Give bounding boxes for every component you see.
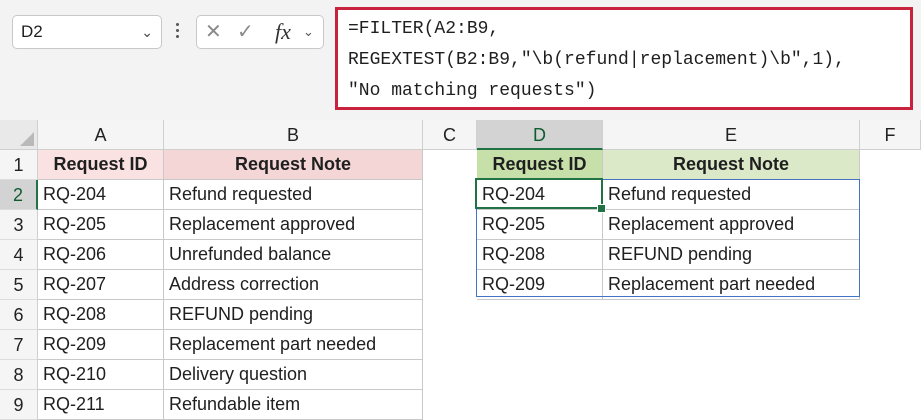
table-cell[interactable]: Replacement approved [164, 210, 423, 240]
table-cell[interactable]: REFUND pending [164, 300, 423, 330]
result-cell[interactable]: RQ-205 [477, 210, 603, 240]
table-cell[interactable]: RQ-204 [38, 180, 164, 210]
column-header-d[interactable]: D [477, 120, 603, 150]
spreadsheet-grid: A B C D E F 1 2 3 4 5 6 7 8 9 Request ID Request Note RQ-… [0, 120, 921, 420]
table-cell[interactable]: RQ-208 [38, 300, 164, 330]
table-cell[interactable]: RQ-205 [38, 210, 164, 240]
column-header-c[interactable]: C [423, 120, 477, 150]
fill-handle[interactable] [597, 204, 606, 213]
header-cell[interactable]: Request ID [38, 150, 164, 180]
column-header-a[interactable]: A [38, 120, 164, 150]
chevron-down-icon[interactable]: ⌄ [141, 16, 153, 48]
formula-line: REGEXTEST(B2:B9,"\b(refund|replacement)\… [348, 50, 845, 70]
chevron-down-icon[interactable]: ⌄ [303, 16, 314, 48]
result-cell[interactable]: RQ-204 [477, 180, 603, 210]
header-cell[interactable]: Request Note [164, 150, 423, 180]
table-cell[interactable]: RQ-206 [38, 240, 164, 270]
row-header-2[interactable]: 2 [0, 180, 38, 210]
header-cell[interactable]: Request Note [603, 150, 860, 180]
row-header-1[interactable]: 1 [0, 150, 38, 180]
formula-controls: ✕ ✓ fx ⌄ [196, 15, 324, 49]
column-header-f[interactable]: F [860, 120, 921, 150]
result-cell[interactable]: RQ-208 [477, 240, 603, 270]
row-header-4[interactable]: 4 [0, 240, 38, 270]
header-cell[interactable]: Request ID [477, 150, 603, 180]
result-cell[interactable]: Replacement approved [603, 210, 860, 240]
formula-bar[interactable]: =FILTER(A2:B9, REGEXTEST(B2:B9,"\b(refun… [335, 7, 913, 110]
table-cell[interactable]: Replacement part needed [164, 330, 423, 360]
table-cell[interactable]: Refund requested [164, 180, 423, 210]
result-cell[interactable]: Refund requested [603, 180, 860, 210]
result-cell[interactable]: Replacement part needed [603, 270, 860, 300]
table-cell[interactable]: Delivery question [164, 360, 423, 390]
result-cell[interactable]: REFUND pending [603, 240, 860, 270]
cancel-icon[interactable]: ✕ [205, 16, 222, 48]
formula-line: =FILTER(A2:B9, [348, 19, 500, 39]
name-box[interactable]: D2 ⌄ [12, 15, 162, 49]
column-header-e[interactable]: E [603, 120, 860, 150]
more-options-icon[interactable] [172, 20, 182, 44]
row-header-5[interactable]: 5 [0, 270, 38, 300]
row-header-8[interactable]: 8 [0, 360, 38, 390]
column-header-b[interactable]: B [164, 120, 423, 150]
row-header-7[interactable]: 7 [0, 330, 38, 360]
table-cell[interactable]: Address correction [164, 270, 423, 300]
table-cell[interactable]: Unrefunded balance [164, 240, 423, 270]
formula-line: "No matching requests") [348, 81, 597, 101]
row-header-6[interactable]: 6 [0, 300, 38, 330]
table-cell[interactable]: RQ-207 [38, 270, 164, 300]
name-box-value: D2 [21, 22, 43, 41]
formula-area: D2 ⌄ ✕ ✓ fx ⌄ =FILTER(A2:B9, REGEXTEST(B… [0, 0, 921, 120]
result-cell[interactable]: RQ-209 [477, 270, 603, 300]
row-header-3[interactable]: 3 [0, 210, 38, 240]
enter-icon[interactable]: ✓ [237, 16, 254, 48]
table-cell[interactable]: RQ-209 [38, 330, 164, 360]
insert-function-icon[interactable]: fx [275, 16, 291, 48]
table-cell[interactable]: RQ-210 [38, 360, 164, 390]
select-all-button[interactable] [0, 120, 38, 150]
